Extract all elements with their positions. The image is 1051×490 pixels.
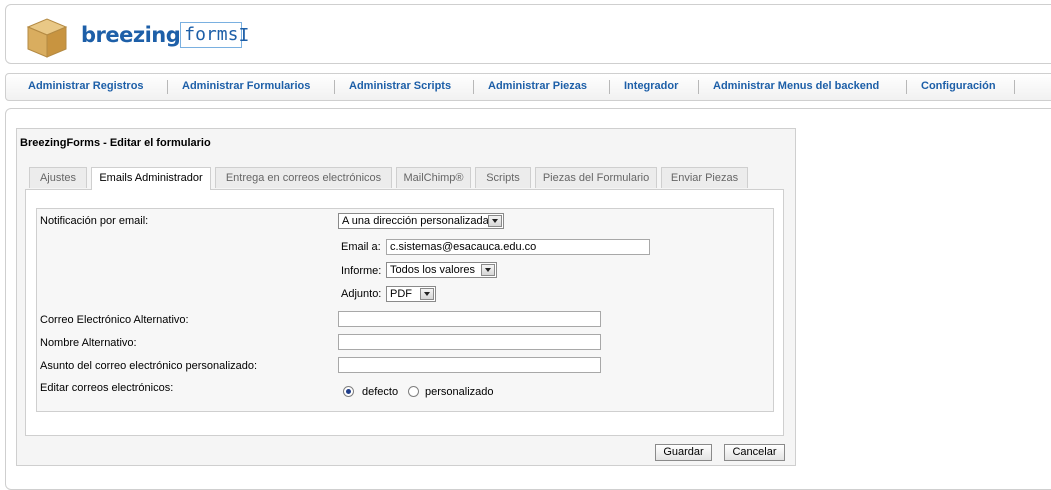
cancel-button[interactable]: Cancelar xyxy=(724,444,785,461)
nav-item-registros[interactable]: Administrar Registros xyxy=(28,80,144,92)
nav-item-formularios[interactable]: Administrar Formularios xyxy=(182,80,310,92)
nav-item-integrador[interactable]: Integrador xyxy=(624,80,678,92)
box-logo-icon xyxy=(26,18,68,58)
nav-separator xyxy=(167,80,168,94)
nav-item-configuracion[interactable]: Configuración xyxy=(921,80,996,92)
nav-item-piezas[interactable]: Administrar Piezas xyxy=(488,80,587,92)
notificacion-select[interactable]: A una dirección personalizada xyxy=(338,213,504,229)
notificacion-select-value: A una dirección personalizada xyxy=(342,215,489,227)
nav-separator xyxy=(698,80,699,94)
notificacion-label: Notificación por email: xyxy=(40,215,149,227)
radio-defecto-label: defecto xyxy=(362,386,399,398)
tab-piezas-formulario[interactable]: Piezas del Formulario xyxy=(535,167,657,188)
chevron-down-icon xyxy=(481,264,495,276)
asunto-label: Asunto del correo electrónico personaliz… xyxy=(40,360,258,372)
tab-entrega-correos[interactable]: Entrega en correos electrónicos xyxy=(215,167,392,188)
text-cursor-icon: I xyxy=(238,24,250,46)
nombre-alternativo-label: Nombre Alternativo: xyxy=(40,337,137,349)
tab-enviar-piezas[interactable]: Enviar Piezas xyxy=(661,167,748,188)
adjunto-select-value: PDF xyxy=(390,288,412,300)
chevron-down-icon xyxy=(420,288,434,300)
tab-scripts[interactable]: Scripts xyxy=(475,167,531,188)
editar-correos-label: Editar correos electrónicos: xyxy=(40,382,174,394)
nav-separator xyxy=(473,80,474,94)
nav-separator xyxy=(906,80,907,94)
radio-personalizado[interactable] xyxy=(408,386,419,397)
radio-defecto[interactable] xyxy=(343,386,354,397)
header-bar: breezing formsI xyxy=(5,4,1051,64)
main-nav: Administrar Registros Administrar Formul… xyxy=(5,73,1051,101)
correo-alternativo-label: Correo Electrónico Alternativo: xyxy=(40,314,189,326)
nav-item-scripts[interactable]: Administrar Scripts xyxy=(349,80,451,92)
brand-logo-bold: breezing xyxy=(81,23,181,47)
tab-mailchimp[interactable]: MailChimp® xyxy=(396,167,471,188)
editor-title: BreezingForms - Editar el formulario xyxy=(20,137,211,149)
adjunto-label: Adjunto: xyxy=(341,288,382,300)
informe-select[interactable]: Todos los valores xyxy=(386,262,497,278)
radio-personalizado-label: personalizado xyxy=(425,386,494,398)
save-button[interactable]: Guardar xyxy=(655,444,712,461)
informe-select-value: Todos los valores xyxy=(390,264,475,276)
correo-alternativo-field[interactable] xyxy=(338,311,601,327)
nav-separator xyxy=(609,80,610,94)
brand-logo: breezing formsI xyxy=(81,22,249,50)
adjunto-select[interactable]: PDF xyxy=(386,286,436,302)
nav-separator xyxy=(1014,80,1015,94)
asunto-field[interactable] xyxy=(338,357,601,373)
tab-ajustes[interactable]: Ajustes xyxy=(29,167,87,188)
nav-item-menus-backend[interactable]: Administrar Menus del backend xyxy=(713,80,879,92)
nav-separator xyxy=(334,80,335,94)
chevron-down-icon xyxy=(488,215,502,227)
email-to-label: Email a: xyxy=(341,241,381,253)
informe-label: Informe: xyxy=(341,265,382,277)
nombre-alternativo-field[interactable] xyxy=(338,334,601,350)
tab-emails-administrador[interactable]: Emails Administrador xyxy=(91,167,211,190)
brand-logo-forms: forms xyxy=(180,22,243,48)
email-to-field[interactable]: c.sistemas@esacauca.edu.co xyxy=(386,239,650,255)
